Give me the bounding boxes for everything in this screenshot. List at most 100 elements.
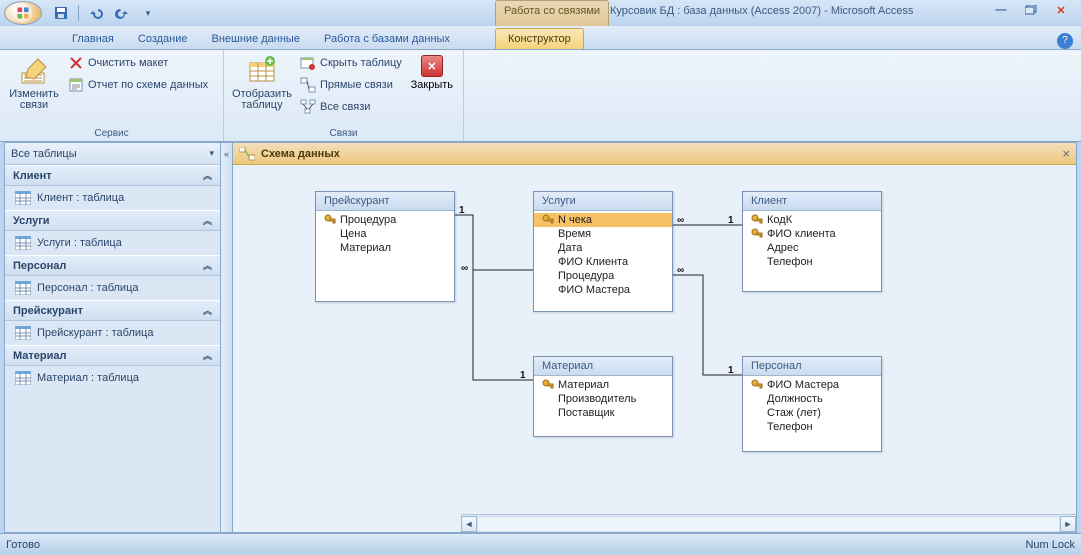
nav-item-label: Прейскурант : таблица: [37, 327, 153, 339]
redo-icon[interactable]: [111, 2, 133, 24]
table-window[interactable]: Клиент КодК ФИО клиентаАдресТелефон: [742, 191, 882, 292]
direct-relationships-button[interactable]: Прямые связи: [298, 75, 404, 95]
field-row[interactable]: Поставщик: [534, 406, 672, 420]
nav-item[interactable]: Материал : таблица: [5, 366, 220, 390]
hide-table-button[interactable]: Скрыть таблицу: [298, 53, 404, 73]
nav-group-header[interactable]: Материал︽: [5, 345, 220, 366]
cardinality-label: 1: [728, 215, 734, 226]
key-icon: [751, 214, 763, 226]
relationship-canvas[interactable]: ПрейскурантПроцедураЦенаМатериалУслугиN …: [233, 165, 1076, 532]
field-name: ФИО клиента: [767, 228, 836, 240]
table-window[interactable]: Услуги N чекаВремя ДатаФИО КлиентаПроцедур…: [533, 191, 673, 312]
field-name: Процедура: [558, 270, 614, 282]
field-row[interactable]: N чека: [534, 213, 672, 227]
key-icon: [542, 379, 554, 391]
table-window-body: ФИО МастераДолжностьСтаж (лет)Телефон: [743, 376, 881, 451]
chevron-up-icon: ︽: [203, 304, 212, 317]
field-row[interactable]: Процедура: [534, 269, 672, 283]
field-name: Телефон: [767, 421, 813, 433]
title-bar: ▾ Работа со связями Курсовик БД : база д…: [0, 0, 1081, 26]
help-button[interactable]: ?: [1057, 33, 1073, 49]
field-row[interactable]: Время: [534, 227, 672, 241]
field-name: КодК: [767, 214, 792, 226]
office-button[interactable]: [4, 1, 42, 25]
scroll-left-icon[interactable]: ◄: [461, 516, 477, 532]
close-icon: ✕: [421, 55, 443, 77]
field-row[interactable]: ФИО Клиента: [534, 255, 672, 269]
table-window-header[interactable]: Прейскурант: [316, 192, 454, 211]
table-window-body: МатериалПроизводительПоставщик: [534, 376, 672, 436]
table-icon: [15, 281, 31, 295]
nav-group-header[interactable]: Клиент︽: [5, 165, 220, 186]
document-close-icon[interactable]: ×: [1062, 146, 1070, 161]
nav-item[interactable]: Прейскурант : таблица: [5, 321, 220, 345]
minimize-button[interactable]: —: [989, 2, 1013, 18]
edit-relationships-label: Изменить связи: [9, 89, 59, 111]
table-icon: [15, 326, 31, 340]
field-row[interactable]: Телефон: [743, 420, 881, 434]
field-row[interactable]: ФИО Мастера: [534, 283, 672, 297]
field-row[interactable]: Телефон: [743, 255, 881, 269]
table-window[interactable]: МатериалМатериалПроизводительПоставщик: [533, 356, 673, 437]
table-window-header[interactable]: Материал: [534, 357, 672, 376]
field-row[interactable]: КодК: [743, 213, 881, 227]
restore-button[interactable]: [1019, 2, 1043, 18]
field-name: Время: [558, 228, 591, 240]
field-row[interactable]: Адрес: [743, 241, 881, 255]
table-window[interactable]: ПерсоналФИО МастераДолжностьСтаж (лет)Те…: [742, 356, 882, 452]
qat-customize-icon[interactable]: ▾: [137, 2, 159, 24]
tab-create[interactable]: Создание: [126, 29, 200, 49]
field-name: Телефон: [767, 256, 813, 268]
table-window-header[interactable]: Персонал: [743, 357, 881, 376]
relationship-report-button[interactable]: Отчет по схеме данных: [66, 75, 210, 95]
field-name: Дата: [558, 242, 582, 254]
nav-item[interactable]: Клиент : таблица: [5, 186, 220, 210]
key-icon: [324, 214, 336, 226]
field-row[interactable]: ФИО клиента: [743, 227, 881, 241]
all-relationships-button[interactable]: Все связи: [298, 97, 404, 117]
horizontal-scrollbar[interactable]: ◄ ►: [461, 514, 1076, 532]
ribbon-group-service: Сервис: [6, 126, 217, 141]
nav-item[interactable]: Персонал : таблица: [5, 276, 220, 300]
field-row[interactable]: Стаж (лет): [743, 406, 881, 420]
field-row[interactable]: Цена: [316, 227, 454, 241]
field-row[interactable]: Материал: [316, 241, 454, 255]
nav-item[interactable]: Услуги : таблица: [5, 231, 220, 255]
tab-home[interactable]: Главная: [60, 29, 126, 49]
scroll-track[interactable]: [477, 516, 1060, 532]
field-row[interactable]: ФИО Мастера: [743, 378, 881, 392]
table-window[interactable]: Прейскурант ПроцедураЦенаМатериал: [315, 191, 455, 302]
document-tab[interactable]: Схема данных ×: [233, 143, 1076, 165]
scroll-right-icon[interactable]: ►: [1060, 516, 1076, 532]
nav-group-header[interactable]: Прейскурант︽: [5, 300, 220, 321]
save-icon[interactable]: [50, 2, 72, 24]
field-row[interactable]: Должность: [743, 392, 881, 406]
edit-relationships-button[interactable]: Изменить связи: [6, 53, 62, 113]
close-designer-button[interactable]: ✕ Закрыть: [408, 53, 456, 93]
nav-dropdown-icon[interactable]: ▾: [209, 148, 214, 159]
close-designer-label: Закрыть: [411, 79, 453, 91]
field-row[interactable]: Производитель: [534, 392, 672, 406]
field-row[interactable]: Дата: [534, 241, 672, 255]
workspace: Все таблицы ▾ Клиент︽Клиент : таблицаУсл…: [4, 142, 1077, 533]
table-icon: [15, 236, 31, 250]
status-ready: Готово: [6, 539, 40, 551]
document-area: Схема данных × ПрейскурантПроцедураЦенаМ…: [233, 143, 1076, 532]
key-icon: [751, 228, 763, 240]
nav-group-header[interactable]: Услуги︽: [5, 210, 220, 231]
clear-layout-button[interactable]: Очистить макет: [66, 53, 210, 73]
close-button[interactable]: ✕: [1049, 2, 1073, 18]
field-row[interactable]: Процедура: [316, 213, 454, 227]
nav-collapse-bar[interactable]: «: [221, 143, 233, 532]
show-table-button[interactable]: Отобразить таблицу: [230, 53, 294, 113]
relationship-report-label: Отчет по схеме данных: [88, 79, 208, 91]
tab-external-data[interactable]: Внешние данные: [200, 29, 312, 49]
tab-designer[interactable]: Конструктор: [495, 28, 584, 49]
nav-group-header[interactable]: Персонал︽: [5, 255, 220, 276]
table-window-header[interactable]: Клиент: [743, 192, 881, 211]
tab-database-tools[interactable]: Работа с базами данных: [312, 29, 462, 49]
field-row[interactable]: Материал: [534, 378, 672, 392]
table-window-header[interactable]: Услуги: [534, 192, 672, 211]
undo-icon[interactable]: [85, 2, 107, 24]
nav-pane-header[interactable]: Все таблицы ▾: [5, 143, 220, 165]
